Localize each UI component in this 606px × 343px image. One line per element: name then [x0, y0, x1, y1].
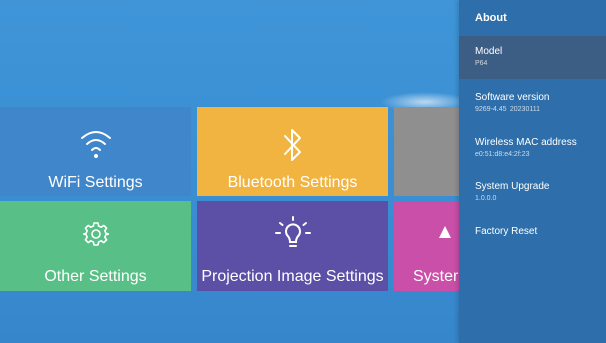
- tile-partial[interactable]: [394, 107, 464, 196]
- about-panel: About Model P64 Software version 9269-4.…: [459, 0, 606, 343]
- item-value: 9269-4.45 20230111: [475, 106, 540, 113]
- tile-wifi-settings[interactable]: WiFi Settings: [0, 107, 191, 196]
- item-value: 1.0.0.0: [475, 195, 497, 202]
- about-item-factory-reset[interactable]: Factory Reset: [475, 226, 602, 237]
- tile-label: Bluetooth Settings: [227, 174, 358, 191]
- gear-icon: [82, 222, 109, 246]
- system-icon: [439, 226, 451, 238]
- item-label: Model: [475, 46, 503, 57]
- item-label: Factory Reset: [475, 226, 538, 237]
- tile-bluetooth-settings[interactable]: Bluetooth Settings: [197, 107, 388, 196]
- tile-label: WiFi Settings: [48, 174, 143, 191]
- tile-system[interactable]: Syster: [394, 201, 464, 291]
- tile-other-settings[interactable]: Other Settings: [0, 201, 191, 291]
- lightbulb-icon: [274, 216, 311, 247]
- item-label: System Upgrade: [475, 181, 550, 192]
- about-item-wireless-mac[interactable]: Wireless MAC address e0:51:d8:e4:2f:23: [475, 137, 602, 158]
- item-label: Wireless MAC address: [475, 137, 577, 148]
- bluetooth-icon: [283, 129, 301, 161]
- about-item-software-version[interactable]: Software version 9269-4.45 20230111: [475, 92, 602, 113]
- about-item-system-upgrade[interactable]: System Upgrade 1.0.0.0: [475, 181, 602, 202]
- tile-label: Projection Image Settings: [201, 268, 384, 285]
- item-value: P64: [475, 60, 488, 67]
- panel-title: About: [475, 12, 507, 24]
- item-label: Software version: [475, 92, 550, 103]
- item-value: e0:51:d8:e4:2f:23: [475, 151, 530, 158]
- wifi-icon: [80, 131, 111, 158]
- tile-label: Other Settings: [44, 268, 147, 285]
- about-item-model[interactable]: Model P64: [475, 46, 602, 67]
- tile-projection-image-settings[interactable]: Projection Image Settings: [197, 201, 388, 291]
- tile-label: Syster: [413, 268, 459, 285]
